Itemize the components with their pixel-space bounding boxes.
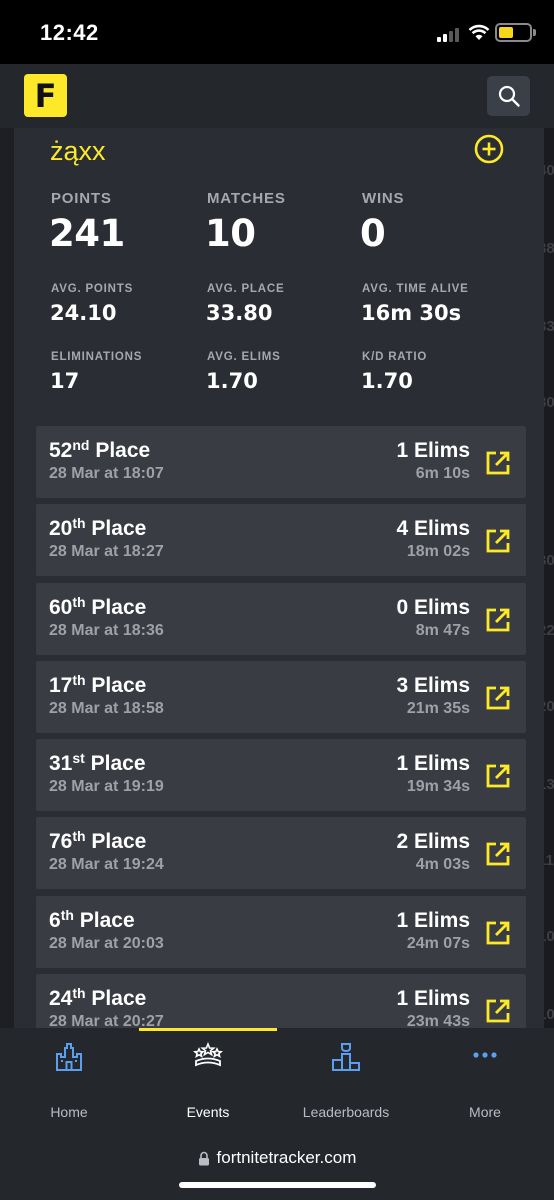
match-elims: 2 Elims	[396, 830, 470, 853]
match-date: 28 Mar at 19:19	[49, 778, 164, 795]
stat-label-wins: WINS	[362, 190, 405, 207]
external-link-icon[interactable]	[485, 998, 511, 1024]
status-time: 12:42	[40, 20, 99, 45]
match-time-alive: 21m 35s	[406, 700, 470, 717]
podium-icon	[332, 1043, 360, 1071]
nav-label-leaderboards: Leaderboards	[302, 1104, 390, 1120]
match-elims: 1 Elims	[396, 909, 470, 932]
match-place: 31st Place	[49, 750, 146, 775]
nav-item-home[interactable]: Home	[0, 1028, 138, 1131]
match-elims: 4 Elims	[396, 517, 470, 540]
stat-value-matches: 10	[205, 212, 256, 255]
external-link-icon[interactable]	[485, 685, 511, 711]
match-date: 28 Mar at 18:36	[49, 622, 164, 639]
stat-value-points: 241	[49, 212, 125, 255]
external-link-icon[interactable]	[485, 920, 511, 946]
castle-icon	[56, 1043, 82, 1071]
stat-value-avg-elims: 1.70	[206, 369, 258, 393]
match-elims: 0 Elims	[396, 596, 470, 619]
home-indicator[interactable]	[179, 1182, 376, 1188]
external-link-icon[interactable]	[485, 763, 511, 789]
match-time-alive: 8m 47s	[415, 622, 470, 639]
external-link-icon[interactable]	[485, 450, 511, 476]
stat-value-avg-place: 33.80	[206, 301, 273, 325]
player-name[interactable]: żąxx	[50, 136, 106, 167]
status-bar: 12:42	[0, 0, 554, 64]
fortnite-tracker-logo[interactable]: F	[24, 74, 67, 117]
stat-label-avg-time-alive: AVG. TIME ALIVE	[362, 283, 469, 295]
stat-label-avg-place: AVG. PLACE	[207, 283, 285, 295]
match-place: 60th Place	[49, 594, 147, 619]
match-row[interactable]: 60th Place 28 Mar at 18:36 0 Elims 8m 47…	[36, 583, 526, 655]
page-content: 40 38 33 30 30 22 20 13 11 10 10 żąxx PO…	[0, 128, 554, 1028]
match-place: 20th Place	[49, 515, 147, 540]
nav-item-events[interactable]: Events	[139, 1028, 277, 1131]
match-row[interactable]: 17th Place 28 Mar at 18:58 3 Elims 21m 3…	[36, 661, 526, 733]
stat-value-avg-points: 24.10	[50, 301, 117, 325]
match-date: 28 Mar at 20:03	[49, 935, 164, 952]
search-button[interactable]	[487, 76, 530, 116]
browser-url-bar[interactable]: fortnitetracker.com	[0, 1131, 554, 1200]
match-time-alive: 19m 34s	[406, 778, 470, 795]
stars-icon	[193, 1041, 223, 1067]
match-date: 28 Mar at 19:24	[49, 856, 164, 873]
match-row[interactable]: 6th Place 28 Mar at 20:03 1 Elims 24m 07…	[36, 896, 526, 968]
nav-item-leaderboards[interactable]: Leaderboards	[277, 1028, 415, 1131]
match-date: 28 Mar at 18:27	[49, 543, 164, 560]
match-elims: 1 Elims	[396, 439, 470, 462]
wifi-icon	[468, 24, 490, 40]
url-text: fortnitetracker.com	[216, 1148, 357, 1167]
stat-value-avg-time-alive: 16m 30s	[361, 301, 462, 325]
nav-label-more: More	[469, 1104, 501, 1120]
stat-label-kd-ratio: K/D RATIO	[362, 351, 428, 363]
match-row[interactable]: 31st Place 28 Mar at 19:19 1 Elims 19m 3…	[36, 739, 526, 811]
stat-value-wins: 0	[360, 212, 386, 255]
bottom-nav: Home Events Leaderboards More	[0, 1028, 554, 1131]
match-date: 28 Mar at 20:27	[49, 1013, 164, 1028]
app-header: F	[0, 64, 554, 128]
match-time-alive: 6m 10s	[415, 465, 470, 482]
stat-label-eliminations: ELIMINATIONS	[51, 351, 143, 363]
stat-label-avg-elims: AVG. ELIMS	[207, 351, 281, 363]
player-stats-card: żąxx POINTS 241 MATCHES 10 WINS 0 AVG. P…	[14, 128, 544, 1028]
match-elims: 3 Elims	[396, 674, 470, 697]
stat-value-eliminations: 17	[50, 369, 80, 393]
match-row[interactable]: 24th Place 28 Mar at 20:27 1 Elims 23m 4…	[36, 974, 526, 1028]
stat-label-points: POINTS	[51, 190, 112, 207]
external-link-icon[interactable]	[485, 607, 511, 633]
match-elims: 1 Elims	[396, 987, 470, 1010]
match-place: 24th Place	[49, 985, 147, 1010]
stat-label-avg-points: AVG. POINTS	[51, 283, 134, 295]
match-date: 28 Mar at 18:58	[49, 700, 164, 717]
nav-label-home: Home	[50, 1104, 88, 1120]
nav-item-more[interactable]: More	[416, 1028, 554, 1131]
match-time-alive: 24m 07s	[406, 935, 470, 952]
match-row[interactable]: 52nd Place 28 Mar at 18:07 1 Elims 6m 10…	[36, 426, 526, 498]
stat-label-matches: MATCHES	[207, 190, 286, 207]
match-place: 52nd Place	[49, 437, 151, 462]
search-icon	[498, 85, 520, 107]
external-link-icon[interactable]	[485, 528, 511, 554]
cellular-signal-icon	[437, 26, 463, 42]
match-row[interactable]: 20th Place 28 Mar at 18:27 4 Elims 18m 0…	[36, 504, 526, 576]
match-time-alive: 18m 02s	[406, 543, 470, 560]
match-place: 76th Place	[49, 828, 147, 853]
match-row[interactable]: 76th Place 28 Mar at 19:24 2 Elims 4m 03…	[36, 817, 526, 889]
match-place: 6th Place	[49, 907, 135, 932]
more-dots-icon	[473, 1052, 497, 1058]
match-elims: 1 Elims	[396, 752, 470, 775]
logo-letter: F	[34, 76, 57, 115]
nav-label-events: Events	[186, 1104, 230, 1120]
plus-circle-icon[interactable]	[473, 133, 505, 165]
match-place: 17th Place	[49, 672, 147, 697]
external-link-icon[interactable]	[485, 841, 511, 867]
match-time-alive: 4m 03s	[415, 856, 470, 873]
stat-value-kd-ratio: 1.70	[361, 369, 413, 393]
battery-icon	[495, 23, 532, 42]
match-date: 28 Mar at 18:07	[49, 465, 164, 482]
match-time-alive: 23m 43s	[406, 1013, 470, 1028]
